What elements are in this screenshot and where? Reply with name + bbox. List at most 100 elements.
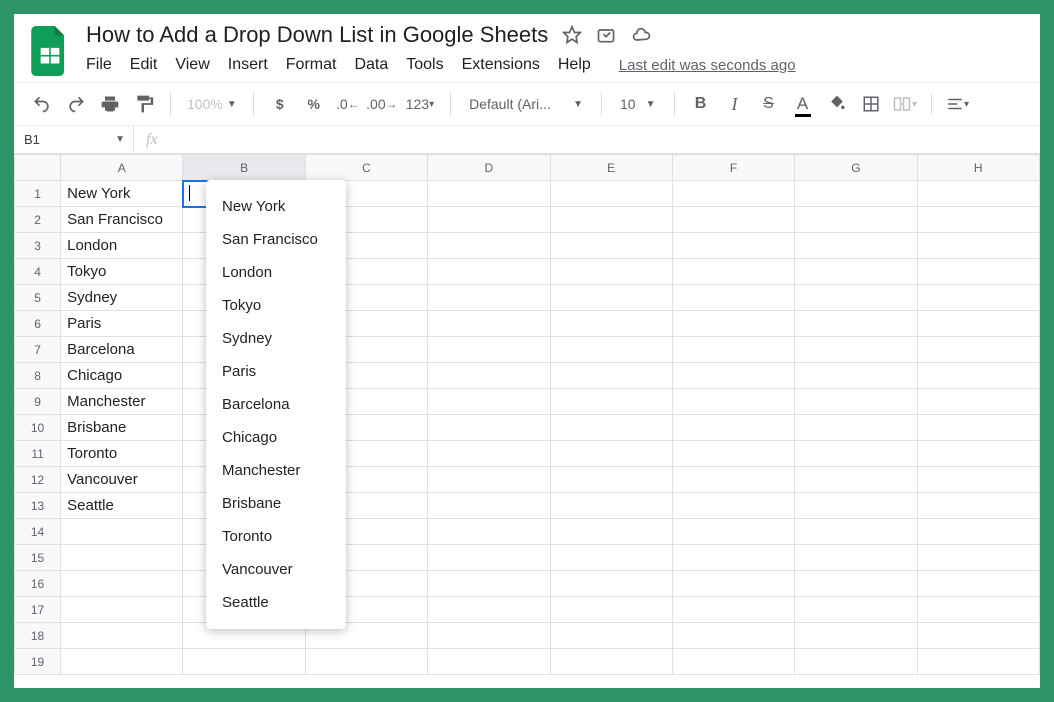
zoom-picker[interactable]: 100%▼ — [183, 96, 241, 112]
cell[interactable] — [917, 181, 1039, 207]
cell[interactable] — [550, 363, 672, 389]
cell[interactable] — [917, 571, 1039, 597]
cell[interactable] — [917, 285, 1039, 311]
cell[interactable] — [795, 337, 917, 363]
cell[interactable] — [672, 493, 794, 519]
decrease-decimal-button[interactable]: .0← — [334, 90, 362, 118]
cell[interactable] — [672, 649, 794, 675]
cell[interactable] — [428, 337, 550, 363]
row-header[interactable]: 10 — [15, 415, 61, 441]
cell[interactable] — [428, 493, 550, 519]
borders-button[interactable] — [857, 90, 885, 118]
cell[interactable] — [917, 597, 1039, 623]
cell[interactable] — [917, 545, 1039, 571]
row-header[interactable]: 18 — [15, 623, 61, 649]
percent-button[interactable]: % — [300, 90, 328, 118]
font-picker[interactable]: Default (Ari...▼ — [463, 96, 589, 112]
cell[interactable] — [672, 597, 794, 623]
cell[interactable] — [61, 649, 183, 675]
col-header-F[interactable]: F — [672, 155, 794, 181]
cell[interactable] — [550, 545, 672, 571]
dropdown-option[interactable]: New York — [206, 190, 346, 223]
dropdown-option[interactable]: Paris — [206, 355, 346, 388]
dropdown-option[interactable]: Barcelona — [206, 388, 346, 421]
dropdown-option[interactable]: Seattle — [206, 586, 346, 619]
cell[interactable]: Sydney — [61, 285, 183, 311]
move-icon[interactable] — [596, 25, 616, 45]
cell[interactable] — [550, 649, 672, 675]
cell[interactable] — [672, 623, 794, 649]
cell[interactable] — [917, 415, 1039, 441]
select-all-corner[interactable] — [15, 155, 61, 181]
cell[interactable] — [550, 415, 672, 441]
cell[interactable] — [917, 311, 1039, 337]
cell[interactable] — [61, 571, 183, 597]
cell[interactable] — [795, 519, 917, 545]
cell[interactable] — [428, 285, 550, 311]
cell[interactable] — [795, 415, 917, 441]
cell[interactable] — [672, 571, 794, 597]
menu-extensions[interactable]: Extensions — [462, 56, 540, 74]
cell[interactable] — [428, 311, 550, 337]
cell[interactable]: Brisbane — [61, 415, 183, 441]
cell[interactable] — [550, 337, 672, 363]
cell[interactable] — [550, 623, 672, 649]
row-header[interactable]: 12 — [15, 467, 61, 493]
row-header[interactable]: 9 — [15, 389, 61, 415]
cell[interactable]: New York — [61, 181, 183, 207]
col-header-C[interactable]: C — [305, 155, 427, 181]
cell[interactable] — [672, 415, 794, 441]
cell[interactable] — [917, 623, 1039, 649]
cell[interactable] — [61, 545, 183, 571]
cell[interactable] — [61, 623, 183, 649]
row-header[interactable]: 8 — [15, 363, 61, 389]
cell[interactable] — [917, 233, 1039, 259]
font-size-picker[interactable]: 10▼ — [614, 96, 661, 112]
cell[interactable] — [672, 545, 794, 571]
cell[interactable] — [550, 259, 672, 285]
cell[interactable] — [672, 207, 794, 233]
cell[interactable] — [795, 181, 917, 207]
cell[interactable] — [550, 181, 672, 207]
cell[interactable] — [795, 649, 917, 675]
cell[interactable] — [550, 311, 672, 337]
row-header[interactable]: 16 — [15, 571, 61, 597]
cell[interactable] — [795, 623, 917, 649]
document-title[interactable]: How to Add a Drop Down List in Google Sh… — [86, 22, 548, 48]
cell[interactable]: Toronto — [61, 441, 183, 467]
star-icon[interactable] — [562, 25, 582, 45]
cell[interactable] — [550, 389, 672, 415]
bold-button[interactable]: B — [687, 90, 715, 118]
cell[interactable] — [795, 493, 917, 519]
cell[interactable] — [795, 233, 917, 259]
cell[interactable] — [917, 389, 1039, 415]
italic-button[interactable]: I — [721, 90, 749, 118]
menu-edit[interactable]: Edit — [130, 56, 158, 74]
dropdown-option[interactable]: Chicago — [206, 421, 346, 454]
cell[interactable] — [672, 441, 794, 467]
cell[interactable] — [428, 441, 550, 467]
cell[interactable]: London — [61, 233, 183, 259]
cell[interactable]: San Francisco — [61, 207, 183, 233]
cell[interactable] — [917, 259, 1039, 285]
col-header-E[interactable]: E — [550, 155, 672, 181]
cell[interactable] — [428, 597, 550, 623]
cell[interactable] — [428, 259, 550, 285]
col-header-G[interactable]: G — [795, 155, 917, 181]
cell[interactable] — [795, 441, 917, 467]
merge-button[interactable]: ▾ — [891, 90, 919, 118]
cell[interactable] — [795, 571, 917, 597]
menu-file[interactable]: File — [86, 56, 112, 74]
spreadsheet-grid[interactable]: A B C D E F G H 1New York2San Francisco3… — [14, 154, 1040, 675]
strike-button[interactable]: S — [755, 90, 783, 118]
col-header-A[interactable]: A — [61, 155, 183, 181]
dropdown-option[interactable]: Toronto — [206, 520, 346, 553]
cell[interactable] — [183, 649, 305, 675]
dropdown-option[interactable]: Brisbane — [206, 487, 346, 520]
cell[interactable]: Chicago — [61, 363, 183, 389]
cell[interactable] — [795, 597, 917, 623]
cell[interactable] — [917, 441, 1039, 467]
cell[interactable] — [428, 623, 550, 649]
print-icon[interactable] — [96, 90, 124, 118]
cell[interactable]: Paris — [61, 311, 183, 337]
